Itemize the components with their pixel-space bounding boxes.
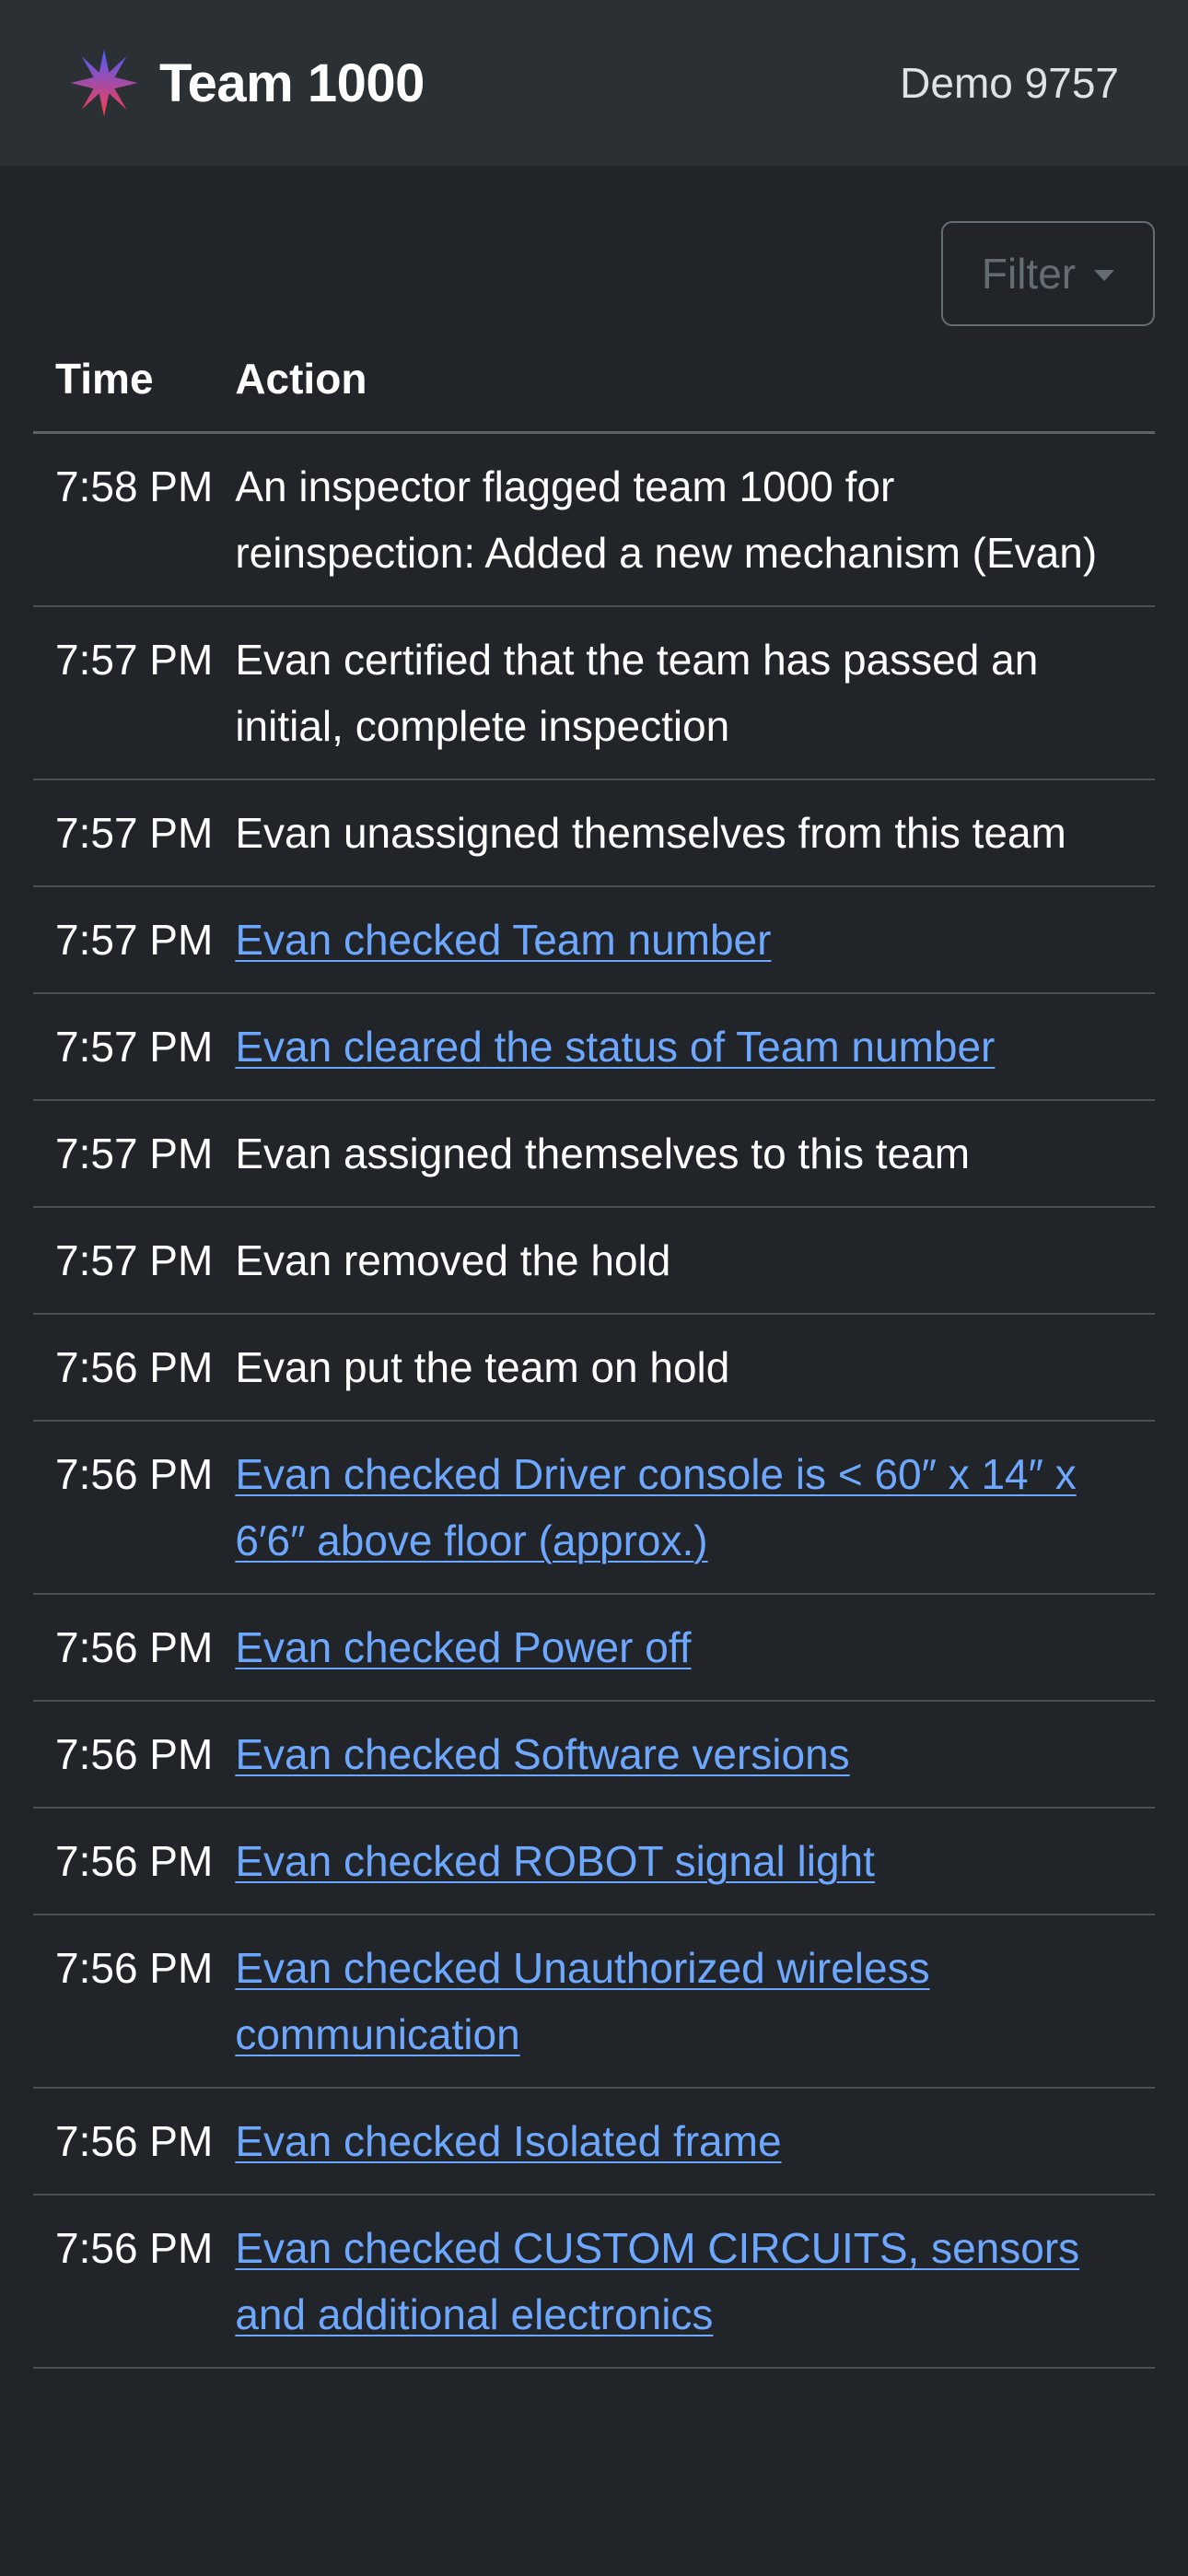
table-row: 7:56 PM Evan checked Isolated frame (33, 2088, 1155, 2195)
table-row: 7:58 PM An inspector flagged team 1000 fo… (33, 432, 1155, 607)
table-row: 7:57 PM Evan checked Team number (33, 886, 1155, 994)
row-time: 7:56 PM (33, 1594, 214, 1702)
team-title: Team 1000 (159, 53, 425, 113)
row-action-link[interactable]: Evan checked Team number (235, 916, 771, 964)
table-row: 7:56 PM Evan checked Power off (33, 1594, 1155, 1702)
table-row: 7:56 PM Evan checked ROBOT signal light (33, 1808, 1155, 1915)
table-row: 7:56 PM Evan checked Driver console is < … (33, 1421, 1155, 1595)
table-row: 7:57 PM Evan assigned themselves to this … (33, 1100, 1155, 1208)
row-time: 7:56 PM (33, 1421, 214, 1595)
navbar: Team 1000 Demo 9757 (0, 0, 1188, 166)
filter-row: Filter (33, 166, 1155, 326)
table-row: 7:57 PM Evan certified that the team has … (33, 606, 1155, 780)
row-action-text: Evan unassigned themselves from this tea… (235, 809, 1066, 857)
filter-button-label: Filter (981, 250, 1077, 298)
row-action-link[interactable]: Evan cleared the status of Team number (235, 1023, 995, 1071)
table-row: 7:56 PM Evan checked Software versions (33, 1701, 1155, 1809)
row-action-cell: Evan checked ROBOT signal light (213, 1808, 1155, 1915)
row-action-cell: Evan checked Driver console is < 60″ x 1… (213, 1421, 1155, 1595)
row-action-cell: Evan unassigned themselves from this tea… (213, 779, 1155, 887)
filter-dropdown-button[interactable]: Filter (941, 221, 1155, 326)
row-action-cell: Evan assigned themselves to this team (213, 1100, 1155, 1208)
row-time: 7:57 PM (33, 779, 214, 887)
brand[interactable]: Team 1000 (69, 48, 425, 118)
row-action-text: Evan assigned themselves to this team (235, 1130, 971, 1177)
row-action-link[interactable]: Evan checked ROBOT signal light (235, 1837, 875, 1885)
column-header-action: Action (213, 326, 1155, 434)
row-action-cell: An inspector flagged team 1000 for reins… (213, 432, 1155, 607)
row-time: 7:57 PM (33, 1100, 214, 1208)
row-action-link[interactable]: Evan checked Unauthorized wireless commu… (235, 1944, 929, 2058)
row-action-text: An inspector flagged team 1000 for reins… (235, 463, 1098, 577)
star-burst-logo-icon (70, 49, 138, 117)
audit-log-body: 7:58 PM An inspector flagged team 1000 fo… (33, 432, 1155, 2369)
table-row: 7:56 PM Evan put the team on hold (33, 1314, 1155, 1422)
row-time: 7:56 PM (33, 1808, 214, 1915)
row-time: 7:56 PM (33, 1314, 214, 1422)
table-row: 7:56 PM Evan checked CUSTOM CIRCUITS, sen… (33, 2195, 1155, 2369)
row-action-link[interactable]: Evan checked Power off (235, 1623, 691, 1671)
row-time: 7:57 PM (33, 993, 214, 1101)
table-row: 7:57 PM Evan unassigned themselves from t… (33, 779, 1155, 887)
row-time: 7:57 PM (33, 606, 214, 780)
table-header-row: Time Action (33, 326, 1155, 434)
row-time: 7:56 PM (33, 2195, 214, 2369)
row-time: 7:58 PM (33, 432, 214, 607)
row-time: 7:56 PM (33, 2088, 214, 2195)
row-action-cell: Evan put the team on hold (213, 1314, 1155, 1422)
row-action-cell: Evan removed the hold (213, 1207, 1155, 1315)
main-content: Filter Time Action 7:58 PM An inspector f… (0, 166, 1188, 2369)
table-row: 7:57 PM Evan removed the hold (33, 1207, 1155, 1315)
row-action-cell: Evan checked Team number (213, 886, 1155, 994)
row-action-link[interactable]: Evan checked Isolated frame (235, 2117, 781, 2165)
table-row: 7:56 PM Evan checked Unauthorized wireles… (33, 1914, 1155, 2089)
event-name: Demo 9757 (900, 59, 1119, 107)
row-action-cell: Evan checked Isolated frame (213, 2088, 1155, 2195)
row-action-text: Evan removed the hold (235, 1236, 671, 1284)
row-action-link[interactable]: Evan checked CUSTOM CIRCUITS, sensors an… (235, 2224, 1079, 2338)
column-header-time: Time (33, 326, 214, 434)
row-action-cell: Evan checked Unauthorized wireless commu… (213, 1914, 1155, 2089)
row-action-text: Evan put the team on hold (235, 1343, 730, 1391)
row-action-cell: Evan checked Software versions (213, 1701, 1155, 1809)
caret-down-icon (1094, 270, 1115, 281)
row-time: 7:57 PM (33, 1207, 214, 1315)
row-action-cell: Evan cleared the status of Team number (213, 993, 1155, 1101)
row-time: 7:56 PM (33, 1914, 214, 2089)
row-time: 7:56 PM (33, 1701, 214, 1809)
row-action-cell: Evan certified that the team has passed … (213, 606, 1155, 780)
audit-log-table: Time Action 7:58 PM An inspector flagged … (33, 326, 1155, 2369)
row-action-link[interactable]: Evan checked Driver console is < 60″ x 1… (235, 1450, 1076, 1564)
row-action-text: Evan certified that the team has passed … (235, 636, 1039, 750)
table-row: 7:57 PM Evan cleared the status of Team n… (33, 993, 1155, 1101)
row-time: 7:57 PM (33, 886, 214, 994)
row-action-cell: Evan checked CUSTOM CIRCUITS, sensors an… (213, 2195, 1155, 2369)
row-action-link[interactable]: Evan checked Software versions (235, 1730, 849, 1778)
row-action-cell: Evan checked Power off (213, 1594, 1155, 1702)
